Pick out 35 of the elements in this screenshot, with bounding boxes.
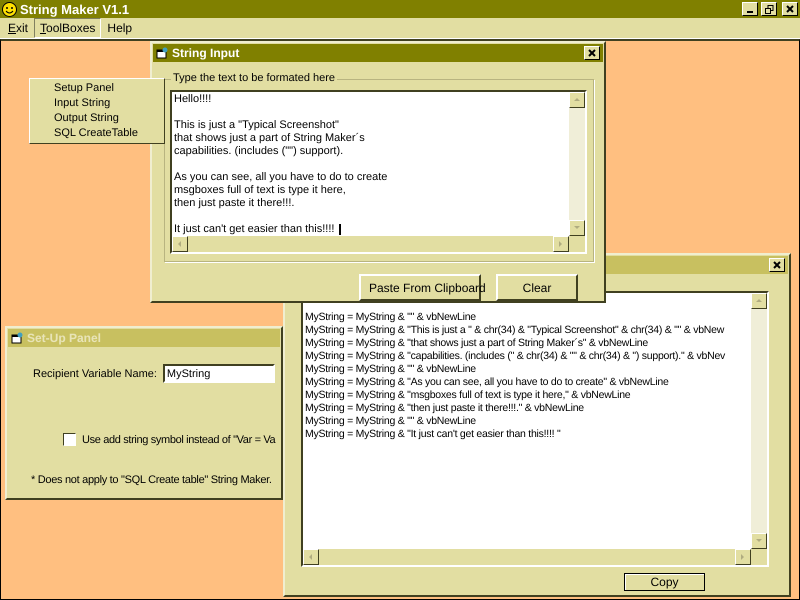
group-label: Type the text to be formated here (171, 72, 338, 84)
menu-option[interactable]: Output String (30, 111, 164, 126)
text-line: As you can see, all you have to do to create (174, 171, 388, 184)
clear-button[interactable]: Clear (496, 274, 578, 301)
text-line: that shows just a part of String Maker´s (174, 132, 366, 145)
window-title: String Input (172, 46, 240, 60)
menu-option[interactable]: SQL CreateTable (30, 126, 164, 141)
code-line: MyString = MyString & "This is just a " & chr(34) & "Typical Screenshot" & chr(34) & "" & vbNew (305, 324, 726, 337)
text-line: msgboxes full of text is type it here, (174, 184, 347, 197)
code-line: MyString = MyString & "" & vbNewLine (305, 415, 477, 428)
code-line: MyString = MyString & "As you can see, all you have to do to create" & vbNewLine (305, 376, 670, 389)
menu-item[interactable]: Help (101, 18, 138, 38)
code-line: MyString = MyString & "capabilities. (includes (" & chr(34) & "" & chr(34) & ") support)." & vbNev (305, 350, 726, 363)
text-line: capabilities. (includes ("") support). (174, 145, 344, 158)
menu-item[interactable]: Exit (2, 18, 34, 38)
code-line: MyString = MyString & "then just paste it there!!!." & vbNewLine (305, 402, 585, 415)
field-label: Recipient Variable Name: (33, 368, 157, 380)
code-line: MyString = MyString & "that shows just a part of String Maker´s" & vbNewLine (305, 337, 649, 350)
window-title: String Maker V1.1 (20, 2, 130, 16)
copy-button[interactable]: Copy (624, 573, 705, 591)
text-line: then just paste it there!!!. (174, 197, 296, 210)
code-line: MyString = MyString & "" & vbNewLine (305, 311, 477, 324)
menu-item[interactable]: ToolBoxes (34, 18, 102, 38)
checkbox-label: Use add string symbol instead of "Var = Va (82, 434, 276, 446)
recipient-field[interactable]: MyString (162, 364, 275, 383)
code-line: MyString = MyString & "msgboxes full of text is type it here," & vbNewLine (305, 389, 632, 402)
code-line: MyString = MyString & "" & vbNewLine (305, 363, 477, 376)
panel-title: Set-Up Panel (27, 331, 102, 345)
code-line: MyString = MyString & "It just can't get easier than this!!!! " (305, 428, 562, 441)
text-line: It just can't get easier than this!!!! (174, 223, 567, 236)
menu-option[interactable]: Input String (30, 96, 164, 111)
menu-option[interactable]: Setup Panel (30, 81, 164, 96)
note-text: * Does not apply to "SQL Create table" String Maker. (31, 474, 273, 486)
text-line: Hello!!!! (174, 93, 212, 106)
text-line: This is just a "Typical Screenshot" (174, 119, 340, 132)
